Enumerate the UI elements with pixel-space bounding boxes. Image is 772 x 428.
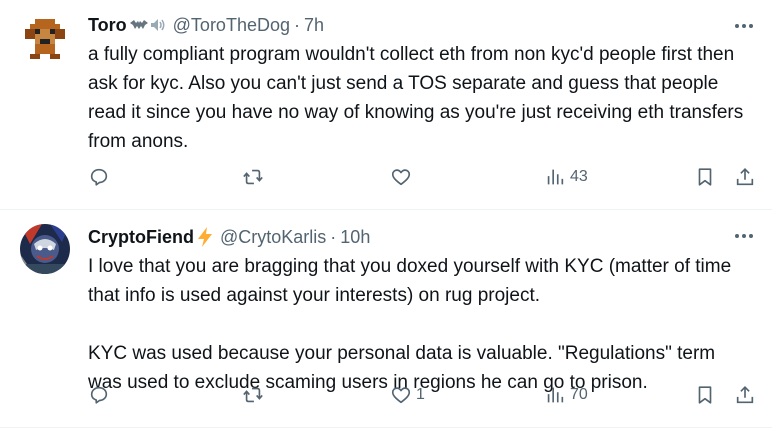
bookmark-button[interactable] bbox=[694, 162, 716, 192]
tweet-content: Toro @ToroTheDog · 7h a fully compliant … bbox=[88, 12, 752, 156]
retweet-icon bbox=[243, 169, 263, 185]
avatar[interactable] bbox=[20, 224, 70, 274]
tweet-header: CryptoFiend @CrytoKarlis · 10h bbox=[88, 224, 752, 250]
reply-button[interactable] bbox=[88, 380, 114, 410]
pixel-dog-avatar-icon bbox=[20, 14, 70, 64]
bookmark-button[interactable] bbox=[694, 380, 716, 410]
share-button[interactable] bbox=[734, 162, 756, 192]
tweet[interactable]: CryptoFiend @CrytoKarlis · 10h I love th… bbox=[0, 210, 772, 428]
handle[interactable]: @CrytoKarlis bbox=[220, 227, 326, 248]
bookmark-icon bbox=[698, 168, 712, 186]
comic-character-avatar-icon bbox=[20, 224, 70, 274]
more-options-button[interactable] bbox=[730, 228, 758, 244]
reply-icon bbox=[90, 168, 108, 186]
lightning-emoji bbox=[196, 226, 214, 248]
retweet-button[interactable] bbox=[242, 380, 268, 410]
timestamp[interactable]: 7h bbox=[304, 15, 324, 36]
retweet-button[interactable] bbox=[242, 162, 268, 192]
tweet-actions: 1 70 bbox=[88, 380, 754, 410]
share-icon bbox=[736, 386, 754, 404]
like-button[interactable] bbox=[390, 162, 416, 192]
separator-dot: · bbox=[293, 14, 300, 35]
lightning-icon bbox=[198, 227, 212, 247]
tweet-content: CryptoFiend @CrytoKarlis · 10h I love th… bbox=[88, 224, 752, 397]
handle[interactable]: @ToroTheDog bbox=[173, 15, 290, 36]
views-icon bbox=[547, 387, 564, 403]
speaker-emoji-icon bbox=[150, 19, 165, 31]
avatar[interactable] bbox=[20, 14, 70, 64]
like-count: 1 bbox=[416, 386, 425, 403]
more-options-button[interactable] bbox=[730, 18, 758, 34]
display-name[interactable]: CryptoFiend bbox=[88, 227, 194, 248]
views-button[interactable]: 70 bbox=[544, 380, 588, 410]
bat-emoji-icon bbox=[129, 20, 148, 29]
tweet[interactable]: Toro @ToroTheDog · 7h a fully compliant … bbox=[0, 0, 772, 210]
views-icon bbox=[547, 169, 564, 185]
like-icon bbox=[391, 169, 411, 186]
timestamp[interactable]: 10h bbox=[340, 227, 370, 248]
views-count: 70 bbox=[570, 386, 588, 403]
tweet-header: Toro @ToroTheDog · 7h bbox=[88, 12, 752, 38]
like-icon bbox=[391, 387, 411, 404]
more-icon bbox=[735, 24, 739, 28]
retweet-icon bbox=[243, 387, 263, 403]
reply-button[interactable] bbox=[88, 162, 114, 192]
name-emoji bbox=[129, 17, 167, 33]
reply-icon bbox=[90, 386, 108, 404]
share-icon bbox=[736, 168, 754, 186]
views-count: 43 bbox=[570, 168, 588, 185]
more-icon bbox=[735, 234, 739, 238]
share-button[interactable] bbox=[734, 380, 756, 410]
display-name[interactable]: Toro bbox=[88, 15, 127, 36]
like-button[interactable]: 1 bbox=[390, 380, 425, 410]
tweet-actions: 43 bbox=[88, 162, 754, 192]
bookmark-icon bbox=[698, 386, 712, 404]
separator-dot: · bbox=[330, 226, 337, 247]
tweet-text: I love that you are bragging that you do… bbox=[88, 256, 732, 393]
tweet-text: a fully compliant program wouldn't colle… bbox=[88, 44, 749, 152]
views-button[interactable]: 43 bbox=[544, 162, 588, 192]
